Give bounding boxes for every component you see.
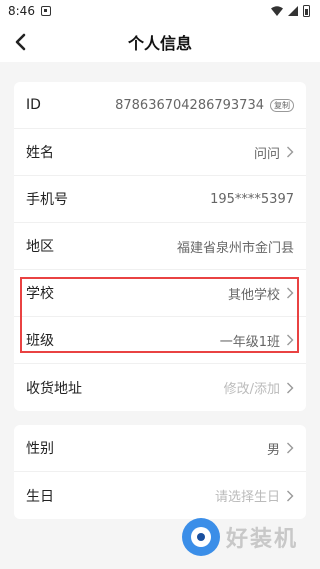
name-value: 问问 xyxy=(253,146,280,162)
row-label: 性别 xyxy=(26,441,54,457)
page-header: 个人信息 xyxy=(0,22,320,62)
class-value: 一年级1班 xyxy=(219,334,280,350)
phone-value: 195****5397 xyxy=(210,191,294,207)
row-label: 手机号 xyxy=(26,192,68,208)
back-arrow-icon xyxy=(15,33,26,51)
row-label: 姓名 xyxy=(26,145,54,161)
chevron-right-icon xyxy=(287,442,294,454)
row-label: ID xyxy=(26,97,41,113)
address-value: 修改/添加 xyxy=(223,382,280,397)
watermark: 好装机 xyxy=(182,518,298,556)
row-address[interactable]: 收货地址 修改/添加 xyxy=(14,364,306,411)
row-label: 学校 xyxy=(26,286,54,302)
status-bar: 8:46 xyxy=(0,0,320,22)
chevron-right-icon xyxy=(287,287,294,299)
row-label: 生日 xyxy=(26,488,54,505)
watermark-logo-icon xyxy=(182,518,220,556)
school-value: 其他学校 xyxy=(227,287,280,303)
row-label: 收货地址 xyxy=(26,380,82,397)
row-region: 地区 福建省泉州市金门县 xyxy=(14,223,306,270)
copy-button[interactable]: 复制 xyxy=(270,98,294,112)
row-id: ID 878636704286793734 复制 xyxy=(14,82,306,129)
id-value: 878636704286793734 xyxy=(115,97,264,113)
row-gender[interactable]: 性别 男 xyxy=(14,425,306,472)
gender-value: 男 xyxy=(266,442,280,458)
chevron-right-icon xyxy=(287,146,294,158)
row-label: 地区 xyxy=(26,239,54,255)
row-birthday[interactable]: 生日 请选择生日 xyxy=(14,472,306,519)
chevron-right-icon xyxy=(287,490,294,501)
battery-icon xyxy=(303,5,310,17)
notification-app-icon xyxy=(40,6,51,16)
personal-card: 性别 男 生日 请选择生日 xyxy=(14,425,306,519)
region-value: 福建省泉州市金门县 xyxy=(176,240,294,256)
row-name[interactable]: 姓名 问问 xyxy=(14,129,306,176)
row-school[interactable]: 学校 其他学校 xyxy=(14,270,306,317)
signal-icon xyxy=(288,6,298,16)
watermark-text: 好装机 xyxy=(226,527,299,552)
birthday-value: 请选择生日 xyxy=(214,490,280,505)
wifi-icon xyxy=(271,6,283,16)
profile-card: ID 878636704286793734 复制 姓名 问问 手机号 195**… xyxy=(14,82,306,411)
back-button[interactable] xyxy=(6,28,34,56)
page-title: 个人信息 xyxy=(127,34,192,53)
row-class[interactable]: 班级 一年级1班 xyxy=(14,317,306,364)
status-time: 8:46 xyxy=(8,4,35,18)
chevron-right-icon xyxy=(287,334,294,346)
chevron-right-icon xyxy=(287,382,294,393)
row-phone: 手机号 195****5397 xyxy=(14,176,306,223)
row-label: 班级 xyxy=(26,333,54,349)
